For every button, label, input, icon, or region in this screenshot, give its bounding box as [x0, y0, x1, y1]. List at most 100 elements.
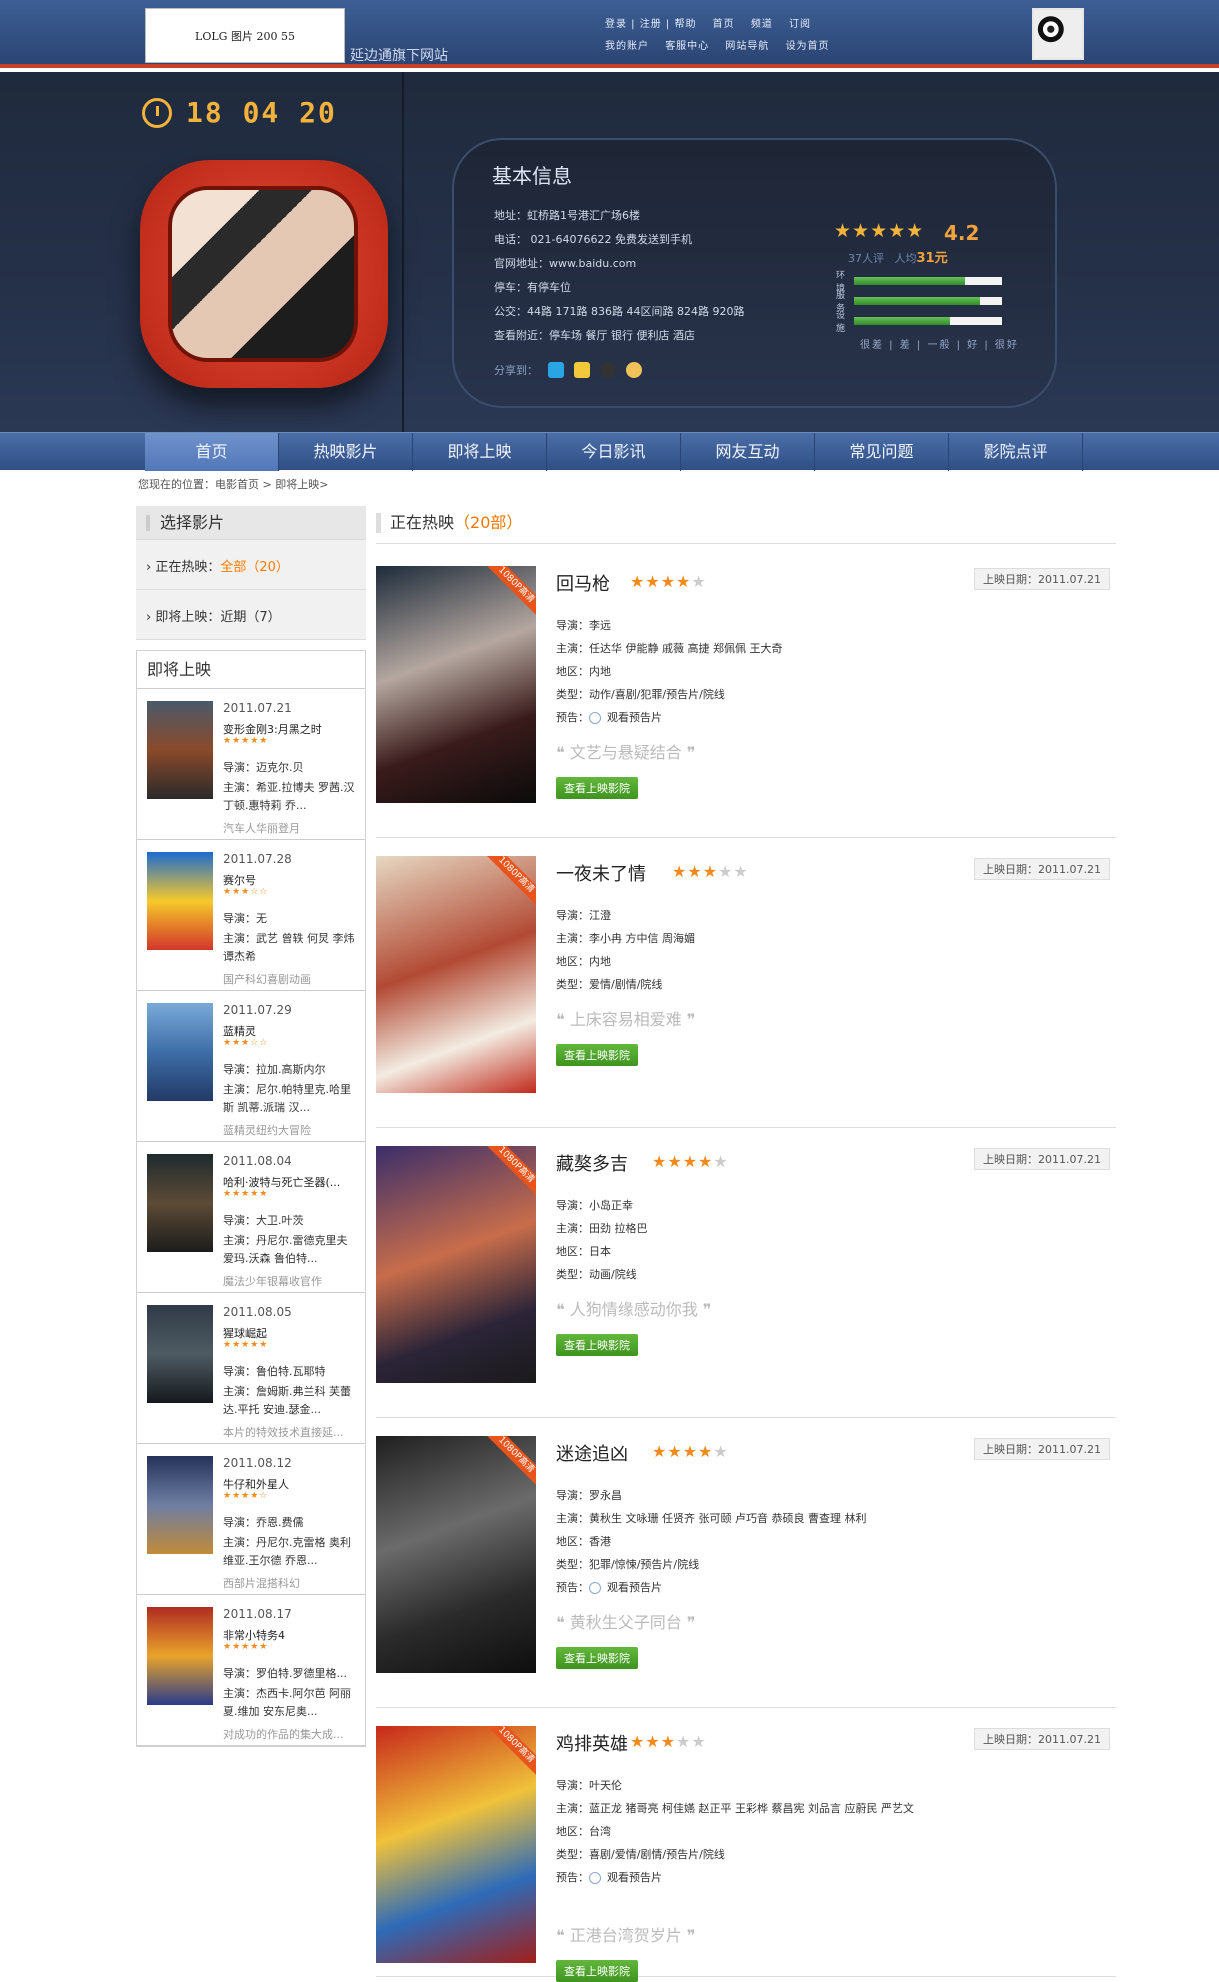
movie-trailer[interactable]: 预告： 观看预告片 [556, 1866, 956, 1889]
smile-share-icon[interactable] [626, 362, 642, 378]
bar-scale: 很差 | 差 | 一般 | 好 | 很好 [860, 340, 1019, 351]
upcoming-director: 导演：无 [223, 912, 267, 925]
view-cinemas-button[interactable]: 查看上映影院 [556, 1334, 638, 1356]
qq-penguin-icon[interactable] [600, 362, 616, 378]
view-cinemas-button[interactable]: 查看上映影院 [556, 1647, 638, 1669]
reviews-count[interactable]: 37 [848, 252, 862, 265]
upcoming-title-link[interactable]: 非常小特务4 [223, 1627, 363, 1643]
site-subtitle: 延边通旗下网站 [350, 48, 448, 64]
top-menu: 登录 | 注册 | 帮助 首页 频道 订阅 我的账户 客服中心 网站导航 设为首… [605, 14, 1025, 58]
nav-reviews[interactable]: 影院点评 [949, 433, 1083, 471]
upcoming-item[interactable]: 2011.08.12 牛仔和外星人 ★★★★☆ 导演：乔恩.费儒 主演：丹尼尔.克雷格 … [137, 1444, 365, 1595]
movie-quote: ❝ 上床容易相爱难 ❞ [556, 1010, 696, 1029]
upcoming-title-link[interactable]: 赛尔号 [223, 872, 363, 888]
nav-today[interactable]: 今日影讯 [547, 433, 681, 471]
upcoming-item[interactable]: 2011.07.29 蓝精灵 ★★★☆☆ 导演：拉加.高斯内尔 主演：尼尔.帕特里克.哈… [137, 991, 365, 1142]
upcoming-director: 导演：乔恩.费儒 [223, 1516, 304, 1529]
top-menu-item[interactable]: 首页 [713, 14, 735, 36]
upcoming-title-link[interactable]: 猩球崛起 [223, 1325, 363, 1341]
release-date: 上映日期：2011.07.21 [974, 1148, 1110, 1170]
play-icon[interactable] [589, 1582, 601, 1594]
movie-poster[interactable]: 1080P高清 [376, 1146, 536, 1383]
movie-title[interactable]: 鸡排英雄 [556, 1730, 628, 1756]
movie-quote: ❝ 正港台湾贺岁片 ❞ [556, 1926, 696, 1945]
user-avatar[interactable] [1032, 8, 1084, 60]
nav-faq[interactable]: 常见问题 [815, 433, 949, 471]
movie-meta: 导演：李远 主演：任达华 伊能静 戚薇 高捷 郑佩佩 王大奇 地区：内地 类型：动作/… [556, 614, 956, 729]
upcoming-item[interactable]: 2011.08.05 猩球崛起 ★★★★★ 导演：鲁伯特.瓦耶特 主演：詹姆斯.弗兰科 … [137, 1293, 365, 1444]
movie-poster[interactable]: 1080P高清 [376, 856, 536, 1093]
filter-coming[interactable]: › 即将上映：近期（7） [136, 590, 366, 640]
upcoming-poster[interactable] [147, 1607, 213, 1705]
view-cinemas-button[interactable]: 查看上映影院 [556, 777, 638, 799]
upcoming-title-link[interactable]: 变形金刚3:月黑之时 [223, 721, 363, 737]
upcoming-item[interactable]: 2011.07.28 赛尔号 ★★★☆☆ 导演：无 主演：武艺 曾轶 何炅 李炜 谭杰希… [137, 840, 365, 991]
view-cinemas-button[interactable]: 查看上映影院 [556, 1960, 638, 1982]
upcoming-tagline: 魔法少年银幕收官作 [223, 1275, 322, 1288]
hd-badge: 1080P高清 [482, 1146, 536, 1199]
upcoming-date: 2011.08.05 [223, 1305, 292, 1319]
upcoming-rating-stars: ★★★★★ [223, 1642, 269, 1652]
movie-poster[interactable]: 1080P高清 [376, 566, 536, 803]
upcoming-poster[interactable] [147, 852, 213, 950]
movie-meta: 导演：叶天伦 主演：蓝正龙 猪哥亮 柯佳嬿 赵正平 王彩桦 蔡昌宪 刘品言 应蔚民… [556, 1774, 956, 1889]
filter-value[interactable]: 近期（7） [220, 610, 280, 625]
upcoming-cast: 主演：丹尼尔.克雷格 奥利维亚.王尔德 乔恩... [223, 1536, 351, 1567]
movie-trailer[interactable]: 预告： 观看预告片 [556, 1576, 956, 1599]
movie-title[interactable]: 回马枪 [556, 570, 610, 596]
upcoming-cast: 主演：杰西卡.阿尔芭 阿丽夏.维加 安东尼奥... [223, 1687, 351, 1718]
movie-trailer[interactable]: 预告： 观看预告片 [556, 706, 956, 729]
movie-meta: 导演：江澄 主演：李小冉 方中信 周海媚 地区：内地 类型：爱情/剧情/院线 [556, 904, 956, 996]
logo[interactable]: LOLG 图片 200 55 [145, 8, 345, 63]
rating-score: 4.2 [944, 221, 980, 245]
filter-value[interactable]: 全部（20） [220, 560, 289, 575]
weibo-share-icon[interactable] [574, 362, 590, 378]
movie-title[interactable]: 一夜未了情 [556, 860, 646, 886]
rating-bar-fill [854, 297, 980, 305]
upcoming-poster[interactable] [147, 701, 213, 799]
upcoming-title-link[interactable]: 哈利·波特与死亡圣器(... [223, 1174, 363, 1190]
top-menu-item[interactable]: 客服中心 [665, 36, 709, 58]
top-menu-item[interactable]: 订阅 [789, 14, 811, 36]
top-menu-item[interactable]: 我的账户 [605, 36, 649, 58]
nav-coming-soon[interactable]: 即将上映 [413, 433, 547, 471]
upcoming-poster[interactable] [147, 1305, 213, 1403]
play-icon[interactable] [589, 1872, 601, 1884]
info-website[interactable]: 官网地址：www.baidu.com [494, 252, 854, 276]
main-nav: 首页 热映影片 即将上映 今日影讯 网友互动 常见问题 影院点评 [0, 432, 1219, 471]
play-icon[interactable] [589, 712, 601, 724]
movie-title[interactable]: 藏獒多吉 [556, 1150, 628, 1176]
nav-community[interactable]: 网友互动 [681, 433, 815, 471]
view-cinemas-button[interactable]: 查看上映影院 [556, 1044, 638, 1066]
filter-now-showing[interactable]: › 正在热映：全部（20） [136, 540, 366, 590]
upcoming-title-link[interactable]: 蓝精灵 [223, 1023, 363, 1039]
upcoming-rating-stars: ★★★★★ [223, 736, 269, 746]
upcoming-item[interactable]: 2011.08.17 非常小特务4 ★★★★★ 导演：罗伯特.罗德里格... 主演：杰西… [137, 1595, 365, 1746]
upcoming-item[interactable]: 2011.07.21 变形金刚3:月黑之时 ★★★★★ 导演：迈克尔.贝 主演：希亚.拉… [137, 689, 365, 840]
top-menu-item[interactable]: 频道 [751, 14, 773, 36]
movie-poster[interactable]: 1080P高清 [376, 1726, 536, 1963]
upcoming-poster[interactable] [147, 1154, 213, 1252]
upcoming-title: 即将上映 [137, 651, 365, 689]
top-menu-item[interactable]: 登录 | 注册 | 帮助 [605, 14, 696, 36]
upcoming-poster[interactable] [147, 1003, 213, 1101]
upcoming-poster[interactable] [147, 1456, 213, 1554]
upcoming-tagline: 蓝精灵纽约大冒险 [223, 1124, 311, 1137]
qq-share-icon[interactable] [548, 362, 564, 378]
upcoming-item[interactable]: 2011.08.04 哈利·波特与死亡圣器(... ★★★★★ 导演：大卫.叶茨 主演：… [137, 1142, 365, 1293]
info-title: 基本信息 [492, 164, 572, 188]
info-nearby[interactable]: 查看附近：停车场 餐厅 银行 便利店 酒店 [494, 324, 854, 348]
rating-bar-row: 设施 [836, 311, 1016, 334]
movie-title[interactable]: 迷途追凶 [556, 1440, 628, 1466]
featured-photo [168, 186, 358, 362]
top-menu-item[interactable]: 设为首页 [786, 36, 830, 58]
top-menu-item[interactable]: 网站导航 [725, 36, 769, 58]
nav-now-showing[interactable]: 热映影片 [279, 433, 413, 471]
nav-home[interactable]: 首页 [145, 433, 279, 471]
movie-genre: 类型：喜剧/爱情/剧情/预告片/院线 [556, 1848, 725, 1861]
rating-bar-fill [854, 317, 951, 325]
movie-card: 1080P高清 鸡排英雄 ★★★★★ 上映日期：2011.07.21 导演：叶天伦 主演：… [376, 1708, 1116, 1982]
upcoming-title-link[interactable]: 牛仔和外星人 [223, 1476, 363, 1492]
movie-cast: 主演：李小冉 方中信 周海媚 [556, 932, 695, 945]
movie-poster[interactable]: 1080P高清 [376, 1436, 536, 1673]
